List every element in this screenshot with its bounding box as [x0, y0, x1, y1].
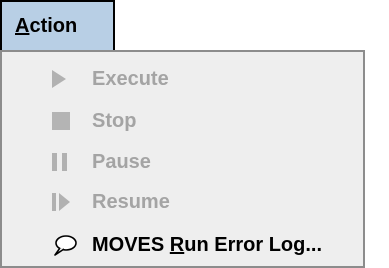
- resume-icon: [52, 193, 92, 211]
- action-menu-mnemonic: A: [15, 14, 30, 37]
- menu-item-stop-label: Stop: [92, 109, 137, 132]
- menu-item-moves-run-error-log[interactable]: MOVES Run Error Log...: [2, 226, 363, 264]
- play-icon: [52, 70, 92, 88]
- stop-icon: [52, 112, 92, 130]
- menu-item-moves-run-error-log-label: MOVES Run Error Log...: [92, 234, 322, 257]
- speech-bubble-icon: [52, 234, 92, 256]
- pause-icon: [52, 153, 92, 171]
- label-suffix: un Error Log...: [184, 233, 323, 256]
- menu-item-resume-label: Resume: [92, 190, 170, 213]
- menu-item-resume: Resume: [2, 183, 363, 221]
- action-menu-title[interactable]: Action: [0, 0, 115, 50]
- menu-item-execute-label: Execute: [92, 67, 169, 90]
- action-dropdown-menu: Execute Stop Pause Resume MOVES Run Erro…: [0, 50, 365, 268]
- menu-item-pause-label: Pause: [92, 150, 151, 173]
- menu-item-execute: Execute: [2, 60, 363, 98]
- label-mnemonic: R: [169, 233, 185, 256]
- menu-item-pause: Pause: [2, 143, 363, 181]
- action-menu-title-rest: ction: [29, 14, 78, 37]
- menu-item-stop: Stop: [2, 102, 363, 140]
- label-prefix: MOVES: [92, 233, 170, 256]
